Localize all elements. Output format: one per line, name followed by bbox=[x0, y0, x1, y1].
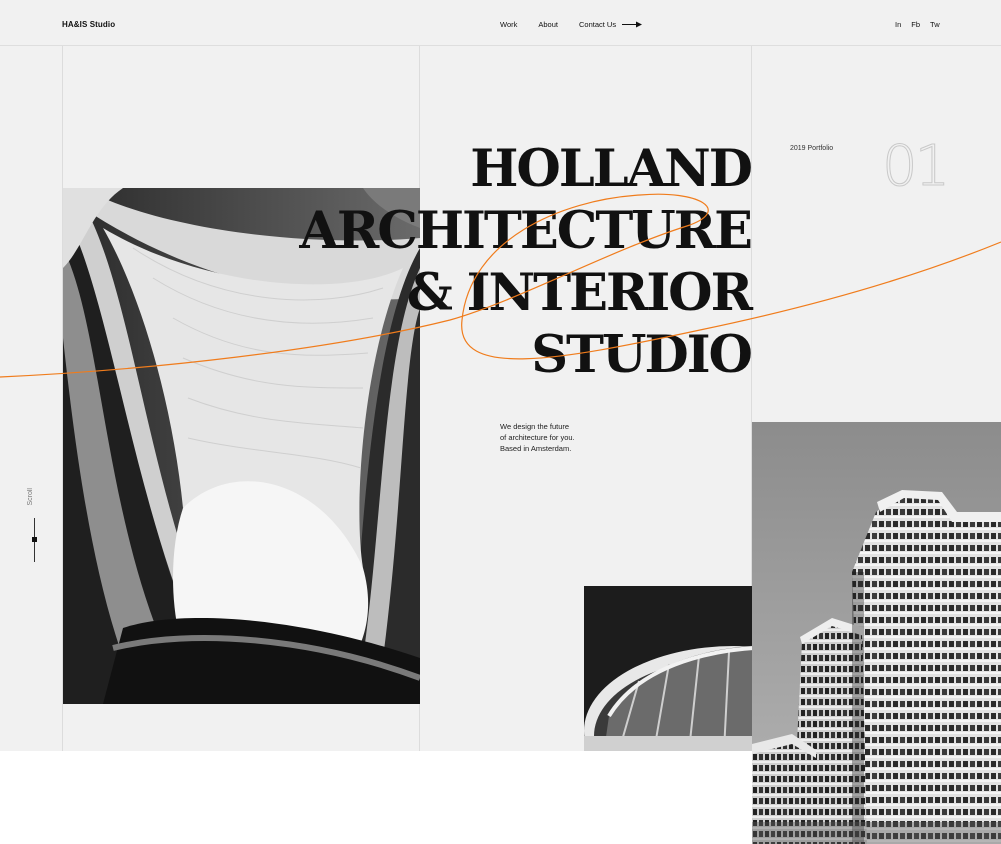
hero-title-line: HOLLAND bbox=[470, 139, 753, 199]
main-nav: Work About Contact Us bbox=[500, 20, 643, 29]
nav-work-link[interactable]: Work bbox=[500, 20, 517, 29]
tagline-line: Based in Amsterdam. bbox=[500, 444, 572, 453]
nav-about-link[interactable]: About bbox=[538, 20, 558, 29]
hero-title-line: & INTERIOR bbox=[406, 263, 753, 323]
hero-title-line: STUDIO bbox=[531, 325, 753, 385]
arrow-right-icon[interactable] bbox=[622, 21, 643, 28]
site-header: HA&IS Studio Work About Contact Us In Fb… bbox=[0, 0, 1001, 46]
scroll-indicator[interactable]: Scroll bbox=[26, 488, 42, 568]
tower-building-photo bbox=[752, 422, 1001, 844]
linkedin-link[interactable]: In bbox=[895, 20, 901, 29]
hero-title-line: ARCHITECTURE bbox=[299, 201, 753, 261]
logo[interactable]: HA&IS Studio bbox=[62, 20, 115, 29]
tagline-line: We design the future bbox=[500, 422, 570, 431]
hero-title: HOLLAND ARCHITECTURE & INTERIOR STUDIO bbox=[299, 138, 753, 386]
scroll-dot bbox=[32, 537, 37, 542]
section-number: 01 bbox=[881, 134, 950, 200]
social-links: In Fb Tw bbox=[895, 20, 950, 29]
tagline-line: of architecture for you. bbox=[500, 433, 575, 442]
portfolio-label: 2019 Portfolio bbox=[790, 145, 834, 152]
twitter-link[interactable]: Tw bbox=[930, 20, 940, 29]
scroll-label: Scroll bbox=[27, 488, 34, 506]
nav-contact-link[interactable]: Contact Us bbox=[579, 20, 616, 29]
tagline: We design the future of architecture for… bbox=[500, 421, 610, 454]
facebook-link[interactable]: Fb bbox=[911, 20, 920, 29]
